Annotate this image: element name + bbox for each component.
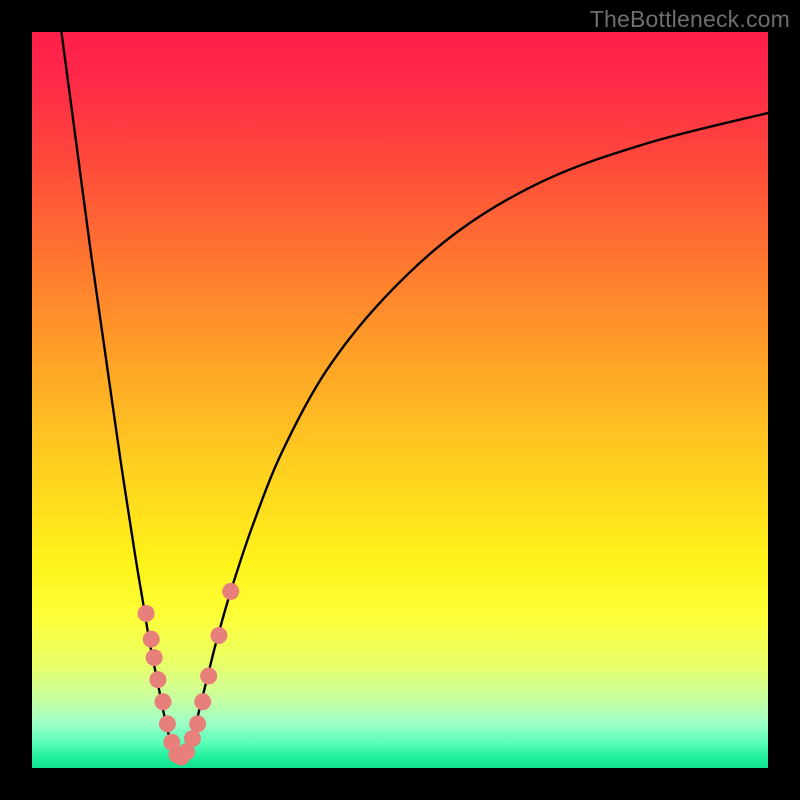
curve-layer bbox=[32, 32, 768, 768]
marker-point bbox=[194, 693, 211, 710]
marker-point bbox=[184, 730, 201, 747]
marker-point bbox=[210, 627, 227, 644]
marker-point bbox=[149, 671, 166, 688]
marker-point bbox=[146, 649, 163, 666]
bottleneck-curve bbox=[61, 32, 768, 761]
chart-frame: TheBottleneck.com bbox=[0, 0, 800, 800]
plot-area bbox=[32, 32, 768, 768]
marker-point bbox=[138, 605, 155, 622]
marker-point bbox=[222, 583, 239, 600]
marker-point bbox=[200, 668, 217, 685]
marker-point bbox=[159, 715, 176, 732]
watermark-text: TheBottleneck.com bbox=[590, 6, 790, 33]
marker-point bbox=[155, 693, 172, 710]
marker-point bbox=[143, 631, 160, 648]
marker-point bbox=[189, 715, 206, 732]
